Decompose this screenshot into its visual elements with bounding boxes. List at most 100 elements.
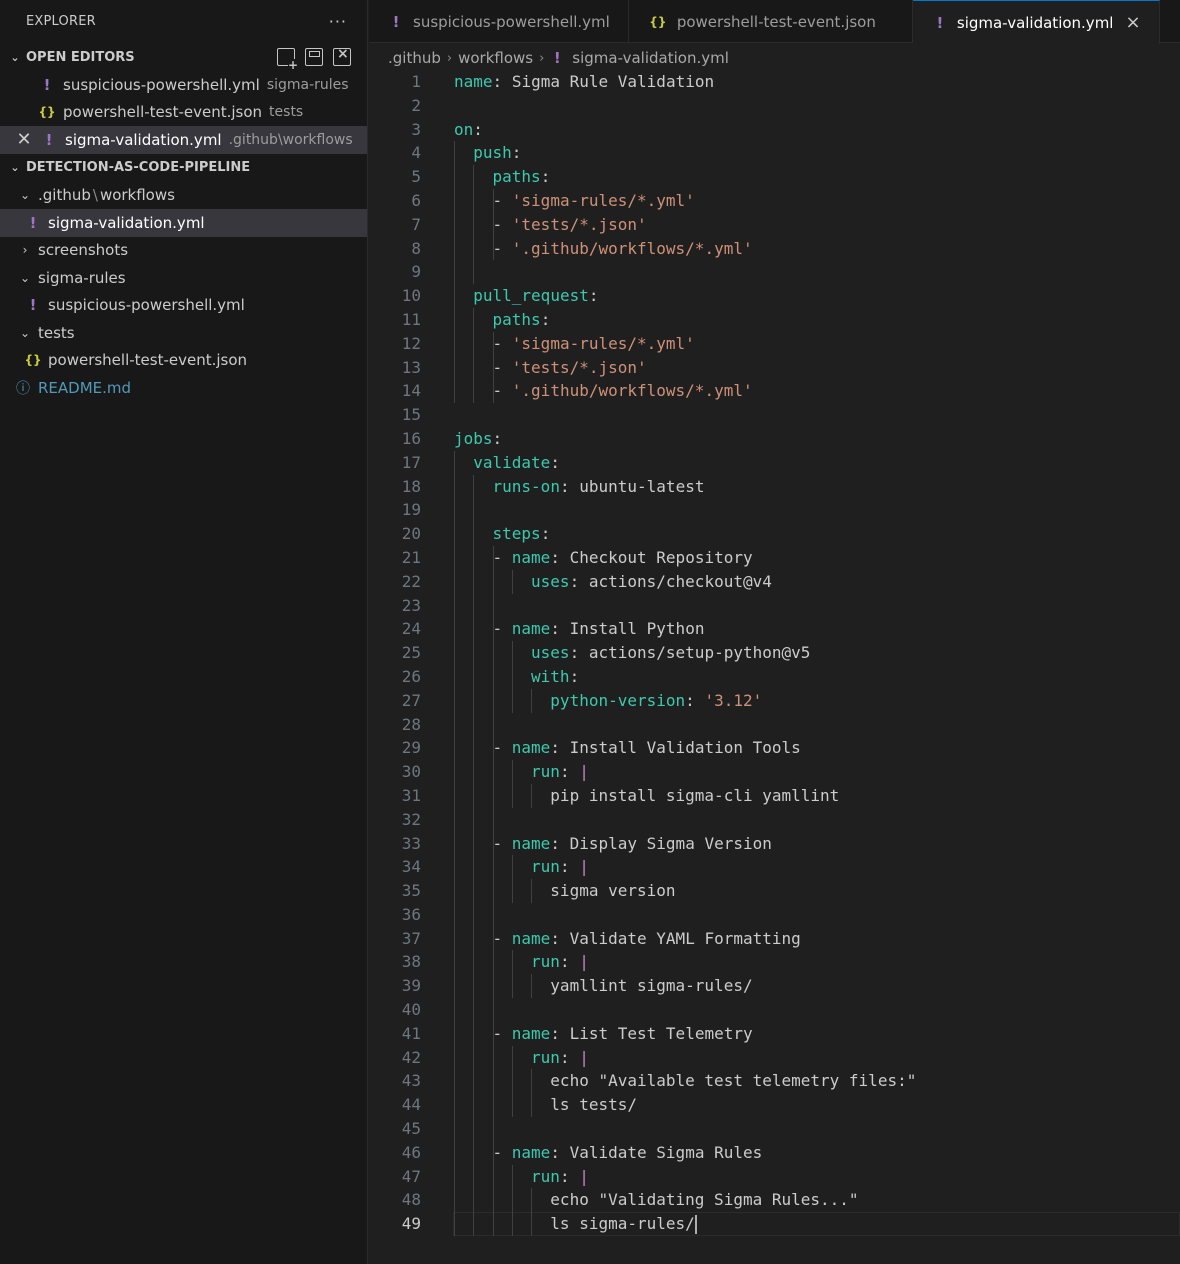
code-line[interactable]: 16 jobs: <box>369 427 1180 451</box>
code-line[interactable]: 46 - name: Validate Sigma Rules <box>369 1140 1180 1165</box>
indent-guide <box>454 522 455 546</box>
line-number: 48 <box>401 1190 421 1210</box>
explorer-title: EXPLORER <box>26 14 96 29</box>
code-line[interactable]: 22 uses: actions/checkout@v4 <box>369 569 1180 594</box>
tree-folder-tests[interactable]: ⌄ tests <box>0 319 367 347</box>
code-line[interactable]: 13 - 'tests/*.json' <box>369 355 1180 380</box>
save-all-icon[interactable] <box>305 48 323 66</box>
code-line[interactable]: 35 sigma version <box>369 879 1180 903</box>
code-line[interactable]: 27 python-version: '3.12' <box>369 688 1180 713</box>
code-line[interactable]: 5 paths: <box>369 165 1180 189</box>
code-line[interactable]: 32 <box>369 807 1180 832</box>
new-untitled-file-icon[interactable] <box>277 48 298 71</box>
code-line[interactable]: 2 <box>369 94 1180 118</box>
tree-folder-sigma-rules[interactable]: ⌄ sigma-rules <box>0 264 367 292</box>
indent-guide <box>473 1188 475 1213</box>
indent-guide <box>492 664 494 689</box>
tab-sigma-validation[interactable]: ! sigma-validation.yml × <box>912 0 1160 44</box>
code-line[interactable]: 49 ls sigma-rules/ <box>369 1212 1180 1237</box>
code-line[interactable]: 4 push: <box>369 141 1180 166</box>
code-line[interactable]: 14 - '.github/workflows/*.yml' <box>369 379 1180 404</box>
code-line[interactable]: 40 <box>369 998 1180 1022</box>
indent-guide <box>454 212 455 237</box>
code-line[interactable]: 6 - 'sigma-rules/*.yml' <box>369 188 1180 213</box>
code-line[interactable]: 20 steps: <box>369 522 1180 546</box>
code-line[interactable]: 43 echo "Available test telemetry files:" <box>369 1069 1180 1094</box>
tab-suspicious-powershell[interactable]: ! suspicious-powershell.yml <box>369 0 629 43</box>
open-editor-item-active[interactable]: ✕ ! sigma-validation.yml .github\workflo… <box>0 126 367 154</box>
indent-guide <box>454 474 455 499</box>
open-editors-section[interactable]: ⌄ OPEN EDITORS <box>0 43 367 71</box>
tree-file-active[interactable]: ! sigma-validation.yml <box>0 209 367 237</box>
code-line[interactable]: 1 name: Sigma Rule Validation <box>369 70 1180 94</box>
indent-guide <box>473 165 475 189</box>
yaml-value: ls sigma-rules/ <box>550 1214 695 1234</box>
breadcrumb-item[interactable]: workflows <box>458 49 533 67</box>
code-line[interactable]: 47 run: | <box>369 1164 1180 1189</box>
tree-folder-github[interactable]: ⌄ .github \ workflows <box>0 182 367 210</box>
code-line[interactable]: 7 - 'tests/*.json' <box>369 212 1180 237</box>
code-line[interactable]: 11 paths: <box>369 307 1180 332</box>
indent-guide <box>454 736 455 761</box>
file-label: sigma-validation.yml <box>48 213 205 232</box>
yaml-string: 'tests/*.json' <box>511 214 647 234</box>
code-line[interactable]: 29 - name: Install Validation Tools <box>369 736 1180 761</box>
yaml-key: name <box>511 1142 551 1162</box>
code-line[interactable]: 42 run: | <box>369 1045 1180 1070</box>
code-line[interactable]: 37 - name: Validate YAML Formatting <box>369 926 1180 951</box>
code-line[interactable]: 41 - name: List Test Telemetry <box>369 1021 1180 1046</box>
project-section[interactable]: ⌄ DETECTION-AS-CODE-PIPELINE <box>0 154 367 182</box>
close-editor-icon[interactable]: ✕ <box>16 129 32 150</box>
yaml-value: pip install sigma-cli yamllint <box>550 785 840 805</box>
indent-guide <box>511 783 513 808</box>
tree-file[interactable]: {} powershell-test-event.json <box>0 347 367 375</box>
indent-guide <box>492 712 494 737</box>
code-line[interactable]: 3 on: <box>369 118 1180 142</box>
indent-guide <box>473 379 475 404</box>
code-line[interactable]: 24 - name: Install Python <box>369 617 1180 642</box>
code-line[interactable]: 15 <box>369 403 1180 427</box>
code-line[interactable]: 19 <box>369 498 1180 523</box>
code-text: sigma version <box>550 879 675 903</box>
close-all-editors-icon[interactable] <box>333 46 351 66</box>
code-line[interactable]: 45 <box>369 1117 1180 1141</box>
code-line[interactable]: 48 echo "Validating Sigma Rules..." <box>369 1188 1180 1213</box>
yaml-file-icon: ! <box>29 296 37 315</box>
code-line[interactable]: 33 - name: Display Sigma Version <box>369 831 1180 856</box>
code-line[interactable]: 38 run: | <box>369 950 1180 975</box>
code-line[interactable]: 34 run: | <box>369 855 1180 880</box>
code-editor[interactable]: 1 name: Sigma Rule Validation 2 3 on: 4 push: 5… <box>369 70 1180 1264</box>
code-line[interactable]: 39 yamllint sigma-rules/ <box>369 974 1180 999</box>
tree-file[interactable]: ⓘ README.md <box>0 374 367 402</box>
indent-guide <box>454 450 455 475</box>
code-line[interactable]: 21 - name: Checkout Repository <box>369 545 1180 570</box>
code-line[interactable]: 10 pull_request: <box>369 284 1180 308</box>
more-actions-icon[interactable]: ··· <box>329 12 347 31</box>
code-line[interactable]: 17 validate: <box>369 450 1180 475</box>
line-number: 6 <box>411 190 421 210</box>
yaml-value: sigma version <box>550 881 676 901</box>
code-line[interactable]: 36 <box>369 902 1180 927</box>
code-line[interactable]: 18 runs-on: ubuntu-latest <box>369 474 1180 499</box>
code-line[interactable]: 12 - 'sigma-rules/*.yml' <box>369 331 1180 356</box>
breadcrumb-item[interactable]: .github <box>388 49 441 67</box>
code-line[interactable]: 44 ls tests/ <box>369 1093 1180 1118</box>
close-tab-icon[interactable]: × <box>1125 12 1140 33</box>
open-editor-item[interactable]: {} powershell-test-event.json tests <box>0 99 367 127</box>
code-line[interactable]: 28 <box>369 712 1180 737</box>
open-editor-item[interactable]: ! suspicious-powershell.yml sigma-rules <box>0 71 367 99</box>
yaml-key: run <box>531 952 560 972</box>
code-line[interactable]: 9 <box>369 260 1180 285</box>
tree-file[interactable]: ! suspicious-powershell.yml <box>0 292 367 320</box>
tree-folder-screenshots[interactable]: › screenshots <box>0 237 367 265</box>
indent-guide <box>473 307 475 332</box>
code-line[interactable]: 23 <box>369 593 1180 618</box>
code-line[interactable]: 25 uses: actions/setup-python@v5 <box>369 641 1180 665</box>
indent-guide <box>473 712 475 737</box>
breadcrumb-item[interactable]: sigma-validation.yml <box>572 49 729 67</box>
code-line[interactable]: 30 run: | <box>369 760 1180 784</box>
code-line[interactable]: 31 pip install sigma-cli yamllint <box>369 783 1180 808</box>
tab-powershell-test-event[interactable]: {} powershell-test-event.json <box>629 0 913 43</box>
code-line[interactable]: 26 with: <box>369 664 1180 689</box>
code-line[interactable]: 8 - '.github/workflows/*.yml' <box>369 236 1180 261</box>
